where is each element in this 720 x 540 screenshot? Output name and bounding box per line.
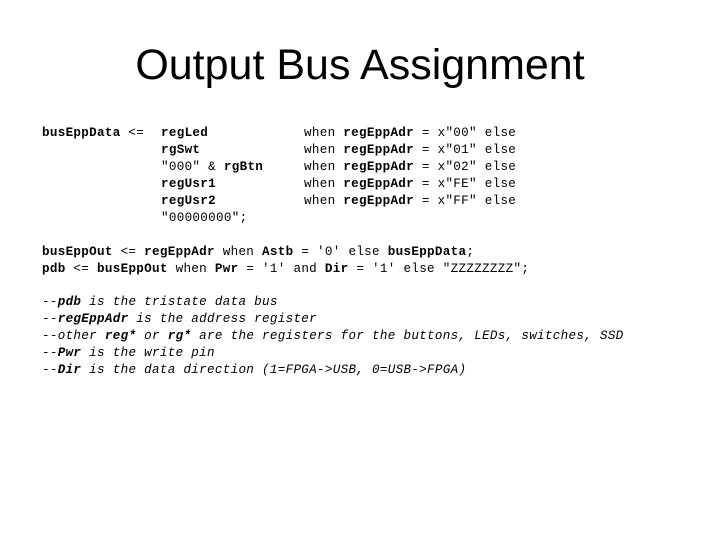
code-identifier: Dir <box>57 363 82 377</box>
comment-block: --pdb is the tristate data bus --regEppAd… <box>42 294 624 379</box>
mux-target-line: busEppData <= <box>42 125 152 142</box>
code-text: is the data direction (1=FPGA->USB, 0=US… <box>81 363 467 377</box>
code-identifier: regEppAdr <box>144 245 215 259</box>
comment-line: --Pwr is the write pin <box>42 345 624 362</box>
code-text: = '1' else "ZZZZZZZZ"; <box>348 262 530 276</box>
code-identifier: regEppAdr <box>57 312 129 326</box>
code-text: <= <box>112 245 145 259</box>
code-identifier: Pwr <box>57 346 82 360</box>
code-text: when <box>304 143 344 157</box>
code-text: --other <box>42 329 105 343</box>
code-text: "00000000"; <box>161 211 248 225</box>
code-text: -- <box>42 295 58 309</box>
code-text: -- <box>42 312 58 326</box>
code-identifier: regEppAdr <box>343 194 415 208</box>
mux-value-line: regLed <box>161 125 263 142</box>
code-identifier: regLed <box>161 126 209 140</box>
code-identifier: rgSwt <box>161 143 201 157</box>
code-text: when <box>304 177 344 191</box>
comment-line: --other reg* or rg* are the registers fo… <box>42 328 624 345</box>
comment-line: --pdb is the tristate data bus <box>42 294 624 311</box>
mux-target-block: busEppData <= <box>42 125 152 142</box>
code-text: = '1' and <box>238 262 325 276</box>
code-identifier: busEppData <box>387 245 467 259</box>
code-identifier: regUsr2 <box>161 194 217 208</box>
code-identifier: regEppAdr <box>343 177 415 191</box>
mux-condition-line: when regEppAdr = x"00" else <box>304 125 516 142</box>
mux-condition-line: when regEppAdr = x"01" else <box>304 142 516 159</box>
code-identifier: regEppAdr <box>343 160 415 174</box>
code-text: when <box>167 262 215 276</box>
code-text: = '0' else <box>293 245 388 259</box>
comment-line: --regEppAdr is the address register <box>42 311 624 328</box>
code-text: or <box>136 329 168 343</box>
code-text: = x"FF" else <box>414 194 517 208</box>
code-identifier: pdb <box>57 295 82 309</box>
mux-value-line: "000" & rgBtn <box>161 159 263 176</box>
code-identifier: Pwr <box>214 262 239 276</box>
code-text: -- <box>42 363 58 377</box>
code-text: = x"01" else <box>414 143 517 157</box>
code-text: = x"FE" else <box>414 177 517 191</box>
code-identifier: regEppAdr <box>343 143 415 157</box>
assignment-line: pdb <= busEppOut when Pwr = '1' and Dir … <box>42 261 529 278</box>
code-text: when <box>214 245 263 259</box>
code-text: "000" & <box>161 160 224 174</box>
code-identifier: reg* <box>104 329 137 343</box>
code-identifier: Dir <box>324 262 349 276</box>
assignment-line: busEppOut <= regEppAdr when Astb = '0' e… <box>42 244 529 261</box>
mux-conditions-block: when regEppAdr = x"00" else when regEppAd… <box>304 125 516 210</box>
code-identifier: busEppData <box>42 126 121 140</box>
mux-value-line: "00000000"; <box>161 210 263 227</box>
mux-values-block: regLed rgSwt "000" & rgBtn regUsr1 regUsr2 "0… <box>161 125 263 227</box>
assignment-block: busEppOut <= regEppAdr when Astb = '0' e… <box>42 244 529 278</box>
code-text: is the write pin <box>81 346 215 360</box>
code-text: is the address register <box>128 312 318 326</box>
mux-condition-line: when regEppAdr = x"FE" else <box>304 176 516 193</box>
comment-line: --Dir is the data direction (1=FPGA->USB… <box>42 362 624 379</box>
code-identifier: regEppAdr <box>343 126 415 140</box>
code-text: is the tristate data bus <box>81 295 278 309</box>
mux-condition-line: when regEppAdr = x"FF" else <box>304 193 516 210</box>
slide-title: Output Bus Assignment <box>135 41 585 89</box>
code-identifier: rgBtn <box>223 160 264 174</box>
code-text: when <box>304 194 344 208</box>
mux-value-line: regUsr1 <box>161 176 263 193</box>
code-identifier: busEppOut <box>42 245 113 259</box>
code-identifier: pdb <box>42 262 66 276</box>
code-text: <= <box>120 126 153 140</box>
code-identifier: rg* <box>167 329 192 343</box>
code-identifier: Astb <box>262 245 294 259</box>
code-identifier: busEppOut <box>97 262 168 276</box>
code-text: when <box>304 126 344 140</box>
code-text: = x"00" else <box>414 126 517 140</box>
code-text: -- <box>42 346 58 360</box>
mux-condition-line: when regEppAdr = x"02" else <box>304 159 516 176</box>
code-text: are the registers for the buttons, LEDs,… <box>191 329 624 343</box>
mux-value-line: regUsr2 <box>161 193 263 210</box>
code-identifier: regUsr1 <box>161 177 217 191</box>
mux-value-line: rgSwt <box>161 142 263 159</box>
code-text: <= <box>65 262 98 276</box>
code-text: when <box>304 160 344 174</box>
code-text: = x"02" else <box>414 160 517 174</box>
code-text: ; <box>466 245 475 259</box>
